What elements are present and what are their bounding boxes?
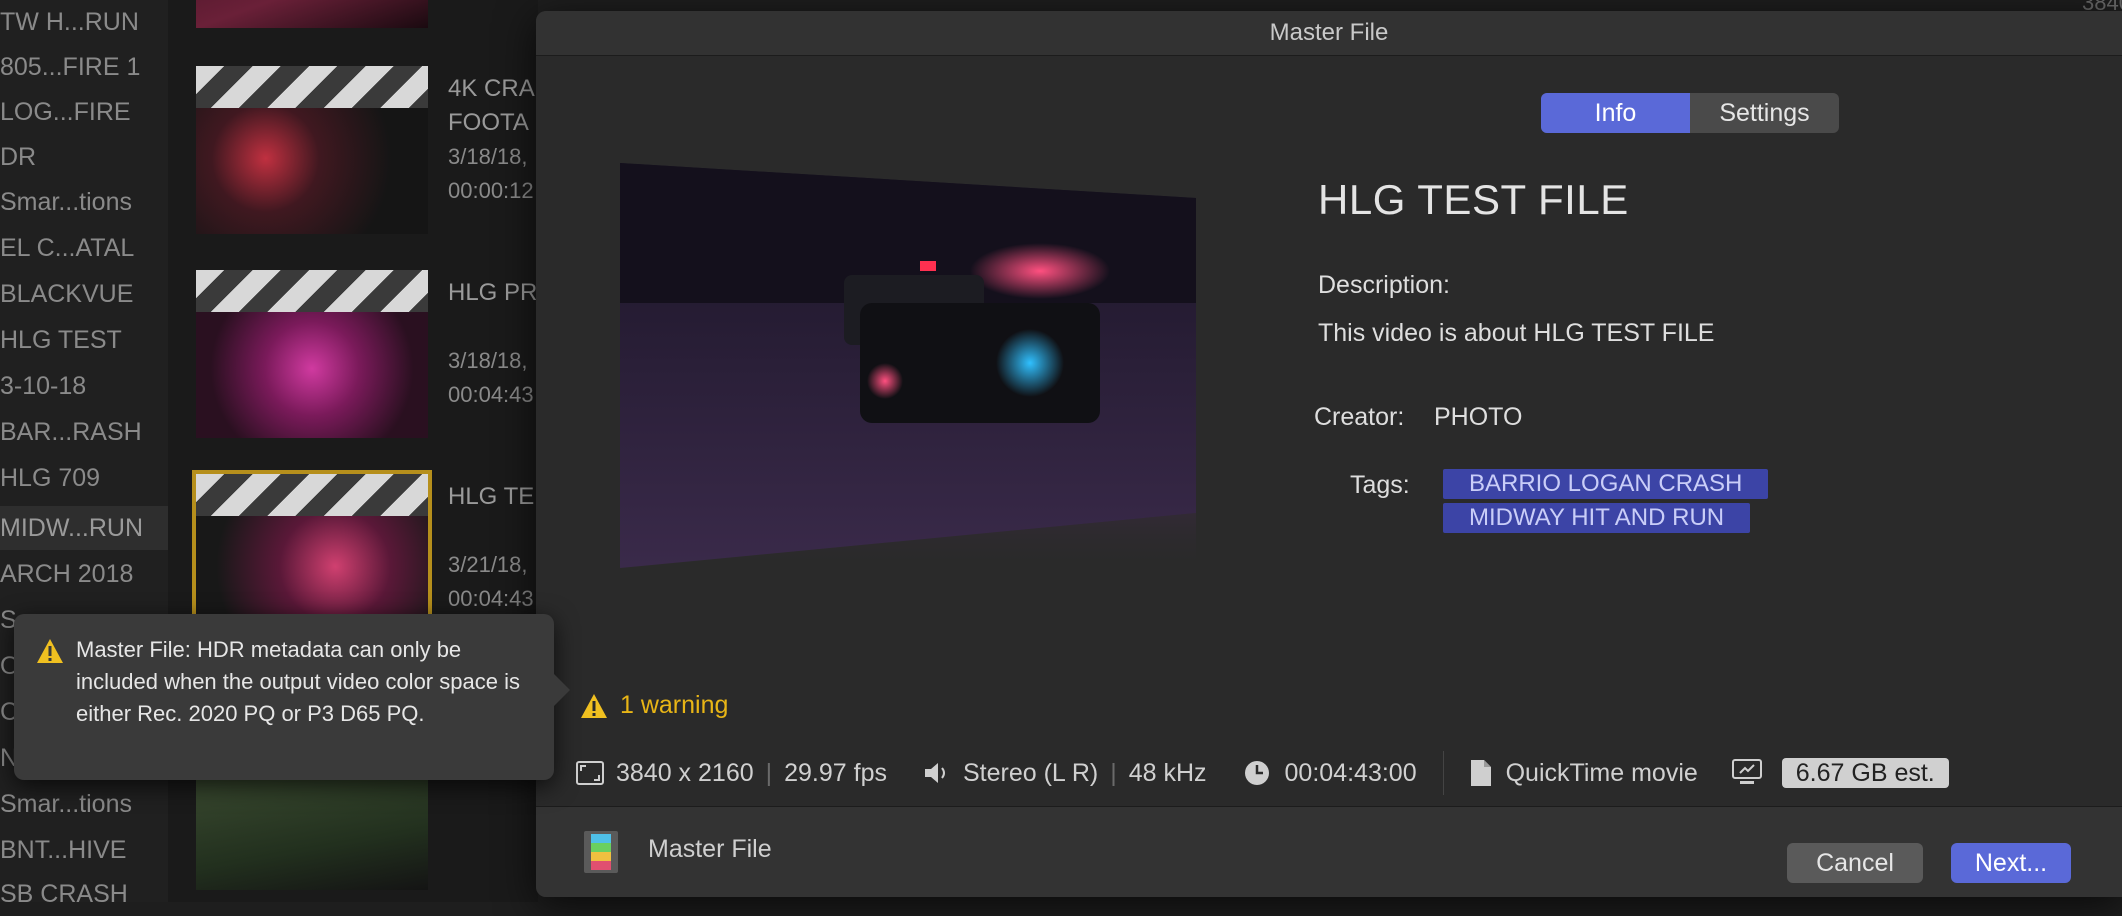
clip-info: 4K CRA FOOTA 3/18/18, 00:00:12 [448, 72, 535, 208]
audio-channels-value: Stereo (L R) [962, 758, 1099, 787]
police-light-glow [970, 243, 1110, 299]
clapper-icon [196, 474, 428, 516]
warning-icon [581, 693, 607, 718]
warning-tooltip: Master File: HDR metadata can only be in… [14, 614, 570, 780]
clip-thumb-image [196, 0, 428, 28]
dialog-title: Master File [536, 11, 2122, 56]
clip-date: 3/18/18, [448, 348, 528, 373]
clip-thumbnail[interactable] [196, 270, 428, 438]
speaker-icon [924, 763, 945, 783]
clip-thumb-image [196, 108, 428, 234]
tag-token[interactable]: BARRIO LOGAN CRASH [1443, 469, 1769, 499]
clip-date: 3/21/18, [448, 552, 528, 577]
sidebar-item[interactable]: LOG...FIRE [0, 90, 168, 134]
sidebar-item[interactable]: DR [0, 135, 168, 179]
sidebar-item[interactable]: SB CRASH [0, 872, 168, 916]
document-icon [1470, 760, 1491, 786]
clip-thumbnail[interactable] [196, 66, 428, 234]
clip-name: HLG PR [448, 279, 538, 306]
sample-rate-value: 48 kHz [1128, 758, 1207, 787]
destination-name: Master File [648, 835, 772, 863]
next-button[interactable]: Next... [1951, 843, 2071, 883]
warning-text: 1 warning [620, 691, 729, 719]
warning-indicator[interactable]: 1 warning [580, 691, 728, 720]
sidebar-item[interactable]: HLG 709 [0, 456, 168, 500]
clip-thumbnail[interactable] [196, 0, 428, 28]
clip-date: 3/18/18, [448, 144, 528, 169]
resolution-value: 3840 x 2160 [616, 758, 754, 787]
clip-duration: 00:04:43 [448, 382, 534, 407]
tags-label: Tags: [1350, 471, 1410, 499]
share-dialog: Master File Info Settings HLG TEST FILE … [536, 11, 2122, 897]
description-label: Description: [1318, 271, 1450, 299]
sidebar-item[interactable]: Smar...tions [0, 180, 168, 224]
clock-icon [1244, 761, 1269, 785]
tab-info[interactable]: Info [1541, 93, 1690, 133]
fps-value: 29.97 fps [784, 758, 887, 787]
display-icon [1731, 759, 1762, 784]
sidebar-item[interactable]: BNT...HIVE [0, 828, 168, 872]
format-value: QuickTime movie [1505, 758, 1698, 787]
clip-info: HLG PR 3/18/18, 00:04:43 [448, 276, 537, 412]
description-value[interactable]: This video is about HLG TEST FILE [1318, 319, 1714, 348]
info-settings-segmented-control: Info Settings [1541, 93, 1839, 133]
police-light-glow [996, 329, 1064, 397]
tag-token[interactable]: MIDWAY HIT AND RUN [1443, 503, 1751, 533]
tooltip-text: Master File: HDR metadata can only be in… [76, 637, 520, 726]
status-separator: | [1110, 758, 1117, 787]
sidebar-item[interactable]: HLG TEST [0, 318, 168, 362]
clip-name: 4K CRA [448, 75, 535, 102]
cancel-button[interactable]: Cancel [1787, 843, 1923, 883]
tab-settings[interactable]: Settings [1690, 93, 1839, 133]
clip-name-line2: FOOTA [448, 109, 529, 136]
sidebar-item[interactable]: ARCH 2018 [0, 552, 168, 596]
clip-thumb-image [196, 776, 428, 890]
creator-value[interactable]: PHOTO [1434, 403, 1522, 432]
duration-value: 00:04:43:00 [1284, 758, 1417, 787]
status-separator: | [765, 758, 773, 787]
file-size-badge: 6.67 GB est. [1781, 758, 1949, 788]
traffic-light [920, 261, 936, 271]
dialog-footer: Master File Cancel Next... [536, 806, 2122, 897]
police-light-glow [867, 363, 903, 399]
creator-label: Creator: [1314, 403, 1405, 431]
status-divider [1442, 751, 1444, 795]
file-title: HLG TEST FILE [1318, 176, 1629, 223]
sidebar-item[interactable]: 3-10-18 [0, 364, 168, 408]
clip-duration: 00:00:12 [448, 178, 534, 203]
clip-name: HLG TE [448, 483, 535, 510]
sidebar-item[interactable]: BLACKVUE [0, 272, 168, 316]
warning-icon [37, 639, 63, 663]
sidebar-item[interactable]: TW H...RUN [0, 0, 168, 44]
film-strip-icon [584, 831, 618, 873]
clip-duration: 00:04:43 [448, 586, 534, 611]
clapper-icon [196, 66, 428, 108]
sidebar-item[interactable]: Smar...tions [0, 782, 168, 826]
video-preview [620, 163, 1196, 573]
clip-thumb-image [196, 312, 428, 438]
clip-info: HLG TE 3/21/18, 00:04:43 [448, 480, 534, 616]
output-summary-bar: 3840 x 2160 | 29.97 fps Stereo (L R) | 4… [576, 749, 2096, 797]
sidebar-item[interactable]: BAR...RASH [0, 410, 168, 454]
resolution-icon [576, 761, 604, 785]
sidebar-item-selected[interactable]: MIDW...RUN [0, 506, 168, 550]
sidebar-item[interactable]: EL C...ATAL [0, 226, 168, 270]
clapper-icon [196, 270, 428, 312]
sidebar-item[interactable]: 805...FIRE 1 [0, 45, 168, 89]
